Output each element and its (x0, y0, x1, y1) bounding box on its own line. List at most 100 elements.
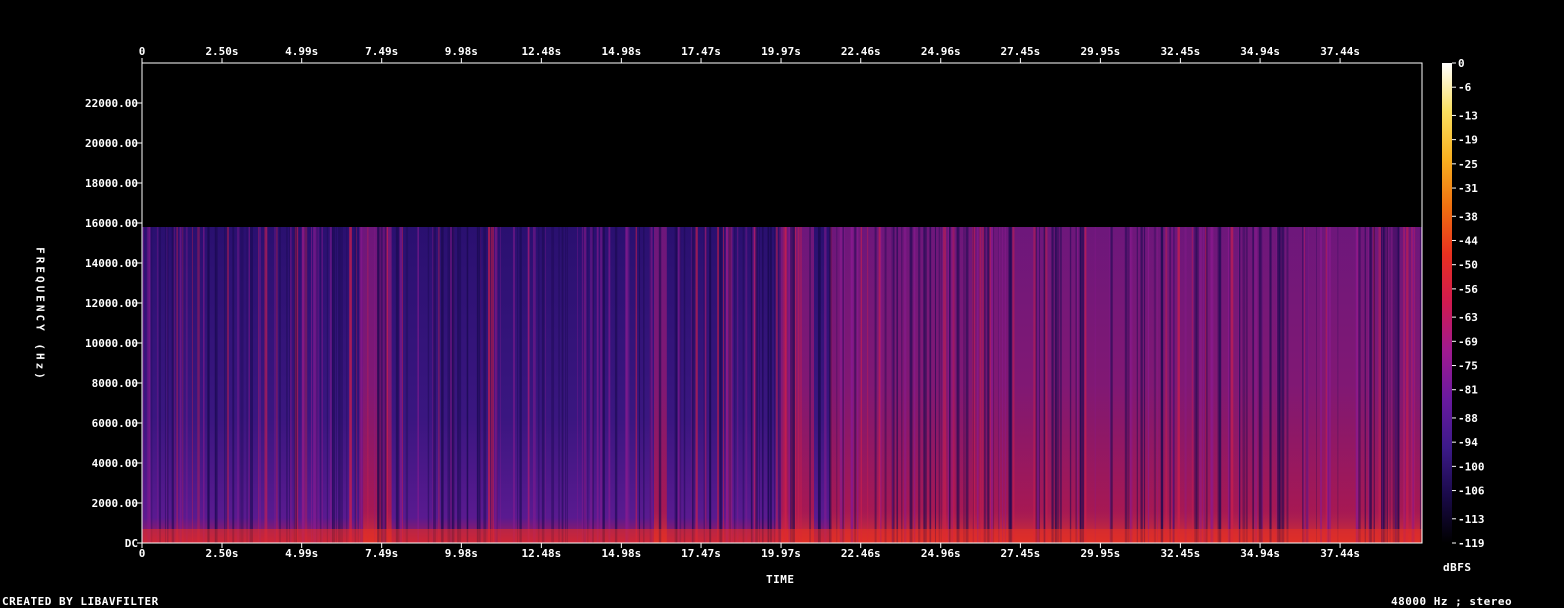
texture-stripe (775, 227, 778, 543)
texture-stripe (628, 227, 630, 543)
texture-stripe (301, 227, 305, 543)
x-tick-label-top: 7.49s (365, 45, 398, 58)
x-tick-label-bottom: 32.45s (1161, 547, 1201, 560)
texture-stripe (1194, 227, 1198, 543)
y-axis-label: FREQUENCY (Hz) (33, 247, 47, 382)
texture-stripe (1252, 227, 1254, 543)
texture-stripe (565, 227, 566, 543)
y-tick-label: DC (125, 537, 138, 550)
x-tick-label-bottom: 4.99s (285, 547, 318, 560)
texture-stripe (176, 227, 179, 543)
texture-stripe (587, 227, 589, 543)
texture-stripe (399, 227, 403, 543)
texture-stripe (1261, 227, 1264, 543)
colorbar-tick-label: -56 (1458, 283, 1478, 296)
texture-stripe (1147, 227, 1150, 543)
colorbar-label: dBFS (1443, 561, 1472, 574)
texture-stripe (836, 227, 838, 543)
texture-stripe (649, 227, 651, 543)
texture-stripe (367, 227, 369, 543)
y-tick-label: 4000.00 (92, 457, 138, 470)
texture-stripe (1411, 227, 1415, 543)
x-tick-label-bottom: 7.49s (365, 547, 398, 560)
texture-stripe (1136, 227, 1138, 543)
x-tick-label-bottom: 17.47s (681, 547, 721, 560)
texture-stripe (678, 227, 680, 543)
loud-segment (778, 227, 814, 543)
texture-stripe (885, 227, 887, 543)
texture-stripe (1230, 227, 1234, 543)
texture-stripe (179, 227, 182, 543)
texture-stripe (148, 227, 151, 543)
texture-stripe (248, 227, 250, 543)
x-tick-label-top: 4.99s (285, 45, 318, 58)
texture-stripe (581, 227, 584, 543)
texture-stripe (457, 227, 459, 543)
texture-stripe (1397, 227, 1399, 543)
texture-stripe (956, 227, 958, 543)
texture-stripe (1276, 227, 1278, 543)
texture-stripe (566, 227, 568, 543)
texture-stripe (839, 227, 843, 543)
texture-stripe (767, 227, 769, 543)
texture-stripe (1337, 227, 1339, 543)
texture-stripe (896, 227, 899, 543)
texture-stripe (651, 227, 653, 543)
texture-stripe (326, 227, 328, 543)
texture-stripe (1143, 227, 1146, 543)
texture-stripe (972, 227, 974, 543)
texture-stripe (784, 227, 787, 543)
colorbar-tick-label: -100 (1458, 460, 1485, 473)
texture-stripe (191, 227, 194, 543)
texture-stripe (246, 227, 248, 543)
texture-stripe (437, 227, 440, 543)
texture-stripe (1328, 227, 1330, 543)
texture-stripe (1081, 227, 1085, 543)
texture-stripe (1002, 227, 1004, 543)
texture-stripe (774, 227, 776, 543)
colorbar-tick-label: -25 (1458, 158, 1478, 171)
texture-stripe (167, 227, 169, 543)
texture-stripe (792, 227, 795, 543)
texture-stripe (770, 227, 772, 543)
texture-stripe (520, 227, 522, 543)
texture-stripe (884, 227, 886, 543)
colorbar-tick-label: -6 (1458, 81, 1472, 94)
texture-stripe (1110, 227, 1113, 543)
texture-stripe (828, 227, 832, 543)
colorbar-tick-label: -44 (1458, 234, 1478, 247)
texture-stripe (625, 227, 628, 543)
texture-stripe (1258, 227, 1262, 543)
texture-stripe (677, 227, 679, 543)
texture-stripe (1269, 227, 1271, 543)
texture-stripe (1210, 227, 1213, 543)
texture-stripe (982, 227, 985, 543)
texture-stripe (1184, 227, 1187, 543)
x-tick-label-top: 27.45s (1001, 45, 1041, 58)
texture-stripe (797, 227, 799, 543)
texture-stripe (590, 227, 593, 543)
y-tick-label: 10000.00 (85, 337, 138, 350)
y-tick-label: 20000.00 (85, 137, 138, 150)
texture-stripe (512, 227, 516, 543)
texture-stripe (289, 227, 292, 543)
texture-stripe (257, 227, 259, 543)
y-tick-label: 14000.00 (85, 257, 138, 270)
x-tick-label-top: 9.98s (445, 45, 478, 58)
x-tick-label-bottom: 27.45s (1001, 547, 1041, 560)
texture-stripe (880, 227, 882, 543)
x-tick-label-top: 12.48s (521, 45, 561, 58)
texture-stripe (182, 227, 184, 543)
texture-stripe (313, 227, 314, 543)
texture-stripe (730, 227, 734, 543)
texture-stripe (207, 227, 209, 543)
texture-stripe (608, 227, 611, 543)
colorbar (1442, 63, 1452, 543)
texture-stripe (854, 227, 857, 543)
texture-stripe (850, 227, 854, 543)
texture-stripe (346, 227, 348, 543)
texture-stripe (596, 227, 599, 543)
texture-stripe (1406, 227, 1409, 543)
texture-stripe (338, 227, 341, 543)
texture-stripe (224, 227, 226, 543)
